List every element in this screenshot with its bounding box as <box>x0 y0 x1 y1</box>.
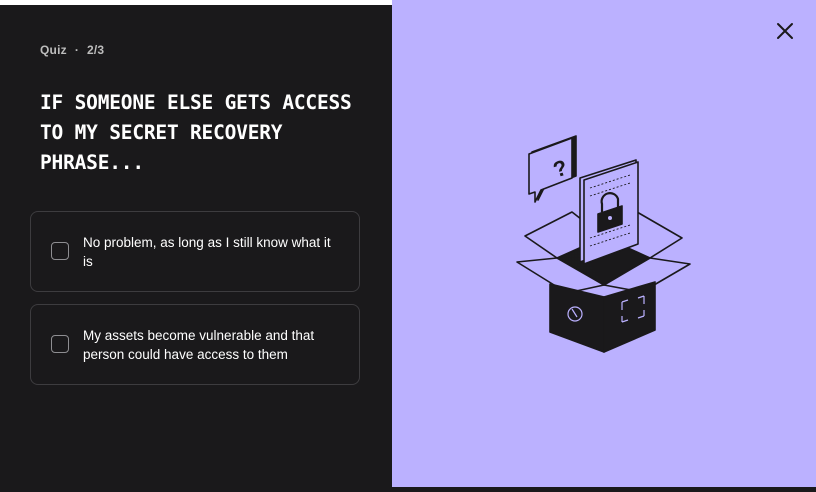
answer-label-1: No problem, as long as I still know what… <box>83 235 331 269</box>
answer-label-2: My assets become vulnerable and that per… <box>83 328 315 362</box>
separator-dot: · <box>74 43 80 57</box>
answer-option-2[interactable]: My assets become vulnerable and that per… <box>30 304 360 385</box>
quiz-step-indicator: Quiz · 2/3 <box>40 43 104 57</box>
close-icon[interactable] <box>774 20 796 42</box>
question-title: IF SOMEONE ELSE GETS ACCESS TO MY SECRET… <box>40 91 352 174</box>
quiz-step: 2/3 <box>87 43 105 57</box>
illustration-panel: ? <box>392 0 816 487</box>
answer-checkbox-2[interactable] <box>51 335 69 353</box>
box-lock-illustration: ? <box>516 135 691 353</box>
answer-checkbox-1[interactable] <box>51 242 69 260</box>
quiz-label: Quiz <box>40 43 67 57</box>
answer-option-1[interactable]: No problem, as long as I still know what… <box>30 211 360 292</box>
